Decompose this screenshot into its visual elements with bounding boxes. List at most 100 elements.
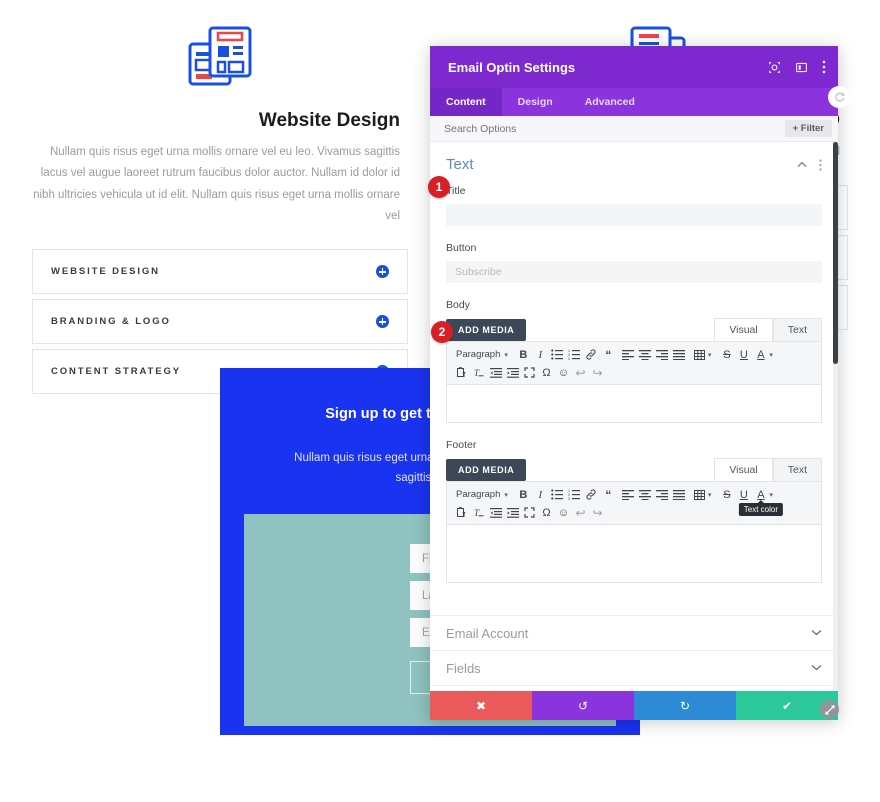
chevron-up-icon[interactable] bbox=[797, 161, 807, 168]
align-center-icon[interactable] bbox=[637, 347, 654, 363]
more-vertical-icon[interactable] bbox=[822, 60, 826, 74]
strikethrough-icon[interactable]: S bbox=[718, 487, 735, 503]
section-fields[interactable]: Fields bbox=[430, 650, 838, 685]
clear-formatting-icon[interactable]: T bbox=[470, 365, 487, 381]
modal-scrollbar-track[interactable] bbox=[833, 142, 838, 691]
blockquote-icon[interactable]: “ bbox=[600, 347, 617, 363]
bulleted-list-icon[interactable] bbox=[549, 347, 566, 363]
chevron-down-icon[interactable] bbox=[811, 628, 822, 639]
italic-icon[interactable]: I bbox=[532, 487, 549, 503]
chevron-down-icon[interactable]: ▾ bbox=[708, 351, 719, 359]
button-input[interactable]: Subscribe bbox=[446, 261, 822, 283]
format-select[interactable]: Paragraph bbox=[453, 489, 504, 500]
paste-as-text-icon[interactable] bbox=[453, 365, 470, 381]
bold-icon[interactable]: B bbox=[515, 347, 532, 363]
title-field-group: Title bbox=[430, 185, 838, 226]
justify-icon[interactable] bbox=[671, 347, 688, 363]
editor-mode-text[interactable]: Text bbox=[772, 458, 822, 481]
chevron-down-icon[interactable]: ▾ bbox=[504, 351, 515, 359]
modal-header[interactable]: Email Optin Settings bbox=[430, 46, 838, 88]
strikethrough-icon[interactable]: S bbox=[718, 347, 735, 363]
emoji-icon[interactable]: ☺ bbox=[555, 365, 572, 381]
numbered-list-icon[interactable]: 123 bbox=[566, 347, 583, 363]
bulleted-list-icon[interactable] bbox=[549, 487, 566, 503]
section-title: Text bbox=[446, 156, 474, 173]
modal-resize-handle[interactable] bbox=[820, 700, 839, 719]
bold-icon[interactable]: B bbox=[515, 487, 532, 503]
text-section-header[interactable]: Text bbox=[430, 142, 838, 185]
undo-icon[interactable]: ↩ bbox=[572, 505, 589, 521]
tab-design[interactable]: Design bbox=[502, 88, 569, 116]
editor-mode-text[interactable]: Text bbox=[772, 318, 822, 341]
table-icon[interactable] bbox=[691, 487, 708, 503]
chevron-down-icon[interactable] bbox=[811, 663, 822, 674]
toggle-item[interactable]: WEBSITE DESIGN bbox=[32, 249, 408, 295]
tab-content[interactable]: Content bbox=[430, 88, 502, 116]
section-success-action[interactable]: Success Action bbox=[430, 685, 838, 691]
body-editor-content[interactable] bbox=[446, 385, 822, 423]
tab-advanced[interactable]: Advanced bbox=[569, 88, 651, 116]
link-icon[interactable] bbox=[583, 487, 600, 503]
clear-formatting-icon[interactable]: T bbox=[470, 505, 487, 521]
plus-icon[interactable] bbox=[376, 315, 389, 329]
outdent-icon[interactable] bbox=[487, 365, 504, 381]
title-input[interactable] bbox=[446, 204, 822, 226]
emoji-icon[interactable]: ☺ bbox=[555, 505, 572, 521]
redo-icon[interactable]: ↪ bbox=[589, 505, 606, 521]
editor-mode-visual[interactable]: Visual bbox=[714, 318, 773, 341]
close-button[interactable]: ✖ bbox=[430, 691, 532, 720]
chevron-down-icon[interactable]: ▾ bbox=[769, 491, 780, 499]
modal-side-handle[interactable] bbox=[828, 86, 850, 108]
search-input[interactable] bbox=[444, 122, 785, 135]
outdent-icon[interactable] bbox=[487, 505, 504, 521]
undo-button[interactable]: ↺ bbox=[532, 691, 634, 720]
svg-text:T: T bbox=[474, 508, 480, 518]
text-color-icon[interactable]: A Text color bbox=[738, 487, 784, 516]
chevron-down-icon[interactable]: ▾ bbox=[504, 491, 515, 499]
section-email-account[interactable]: Email Account bbox=[430, 615, 838, 650]
align-center-icon[interactable] bbox=[637, 487, 654, 503]
paste-as-text-icon[interactable] bbox=[453, 505, 470, 521]
indent-icon[interactable] bbox=[504, 365, 521, 381]
align-right-icon[interactable] bbox=[654, 347, 671, 363]
align-left-icon[interactable] bbox=[620, 487, 637, 503]
underline-icon[interactable]: U bbox=[735, 487, 752, 503]
add-media-button[interactable]: ADD MEDIA bbox=[446, 459, 527, 481]
responsive-view-icon[interactable] bbox=[768, 61, 781, 74]
editor-mode-visual[interactable]: Visual bbox=[714, 458, 773, 481]
numbered-list-icon[interactable]: 123 bbox=[566, 487, 583, 503]
footer-editor-content[interactable] bbox=[446, 525, 822, 583]
underline-icon[interactable]: U bbox=[735, 347, 752, 363]
panel-layout-icon[interactable] bbox=[795, 61, 808, 74]
fullscreen-icon[interactable] bbox=[521, 365, 538, 381]
blockquote-icon[interactable]: “ bbox=[600, 487, 617, 503]
indent-icon[interactable] bbox=[504, 505, 521, 521]
align-left-icon[interactable] bbox=[620, 347, 637, 363]
chevron-down-icon[interactable]: ▾ bbox=[708, 491, 719, 499]
special-character-icon[interactable]: Ω bbox=[538, 505, 555, 521]
italic-icon[interactable]: I bbox=[532, 347, 549, 363]
align-right-icon[interactable] bbox=[654, 487, 671, 503]
redo-button[interactable]: ↻ bbox=[634, 691, 736, 720]
special-character-icon[interactable]: Ω bbox=[538, 365, 555, 381]
fullscreen-icon[interactable] bbox=[521, 505, 538, 521]
card-description: Nullam quis risus eget urna mollis ornar… bbox=[33, 146, 400, 222]
chevron-down-icon[interactable]: ▾ bbox=[769, 351, 780, 359]
search-options-bar: + Filter bbox=[430, 116, 838, 142]
more-vertical-icon[interactable] bbox=[819, 158, 822, 171]
table-icon[interactable] bbox=[691, 347, 708, 363]
add-media-button[interactable]: ADD MEDIA bbox=[446, 319, 527, 341]
card-title: Website Design bbox=[258, 110, 400, 131]
toggle-item[interactable]: BRANDING & LOGO bbox=[32, 299, 408, 345]
redo-icon[interactable]: ↪ bbox=[589, 365, 606, 381]
modal-scrollbar-thumb[interactable] bbox=[833, 142, 838, 364]
plus-icon[interactable] bbox=[376, 265, 389, 279]
filter-button[interactable]: + Filter bbox=[784, 120, 832, 137]
text-color-icon[interactable]: A bbox=[752, 347, 769, 363]
format-select[interactable]: Paragraph bbox=[453, 349, 504, 360]
undo-icon[interactable]: ↩ bbox=[572, 365, 589, 381]
justify-icon[interactable] bbox=[671, 487, 688, 503]
modal-body: Text Title Button Subscribe Body ADD MED… bbox=[430, 142, 838, 691]
footer-label: Footer bbox=[446, 439, 477, 451]
link-icon[interactable] bbox=[583, 347, 600, 363]
